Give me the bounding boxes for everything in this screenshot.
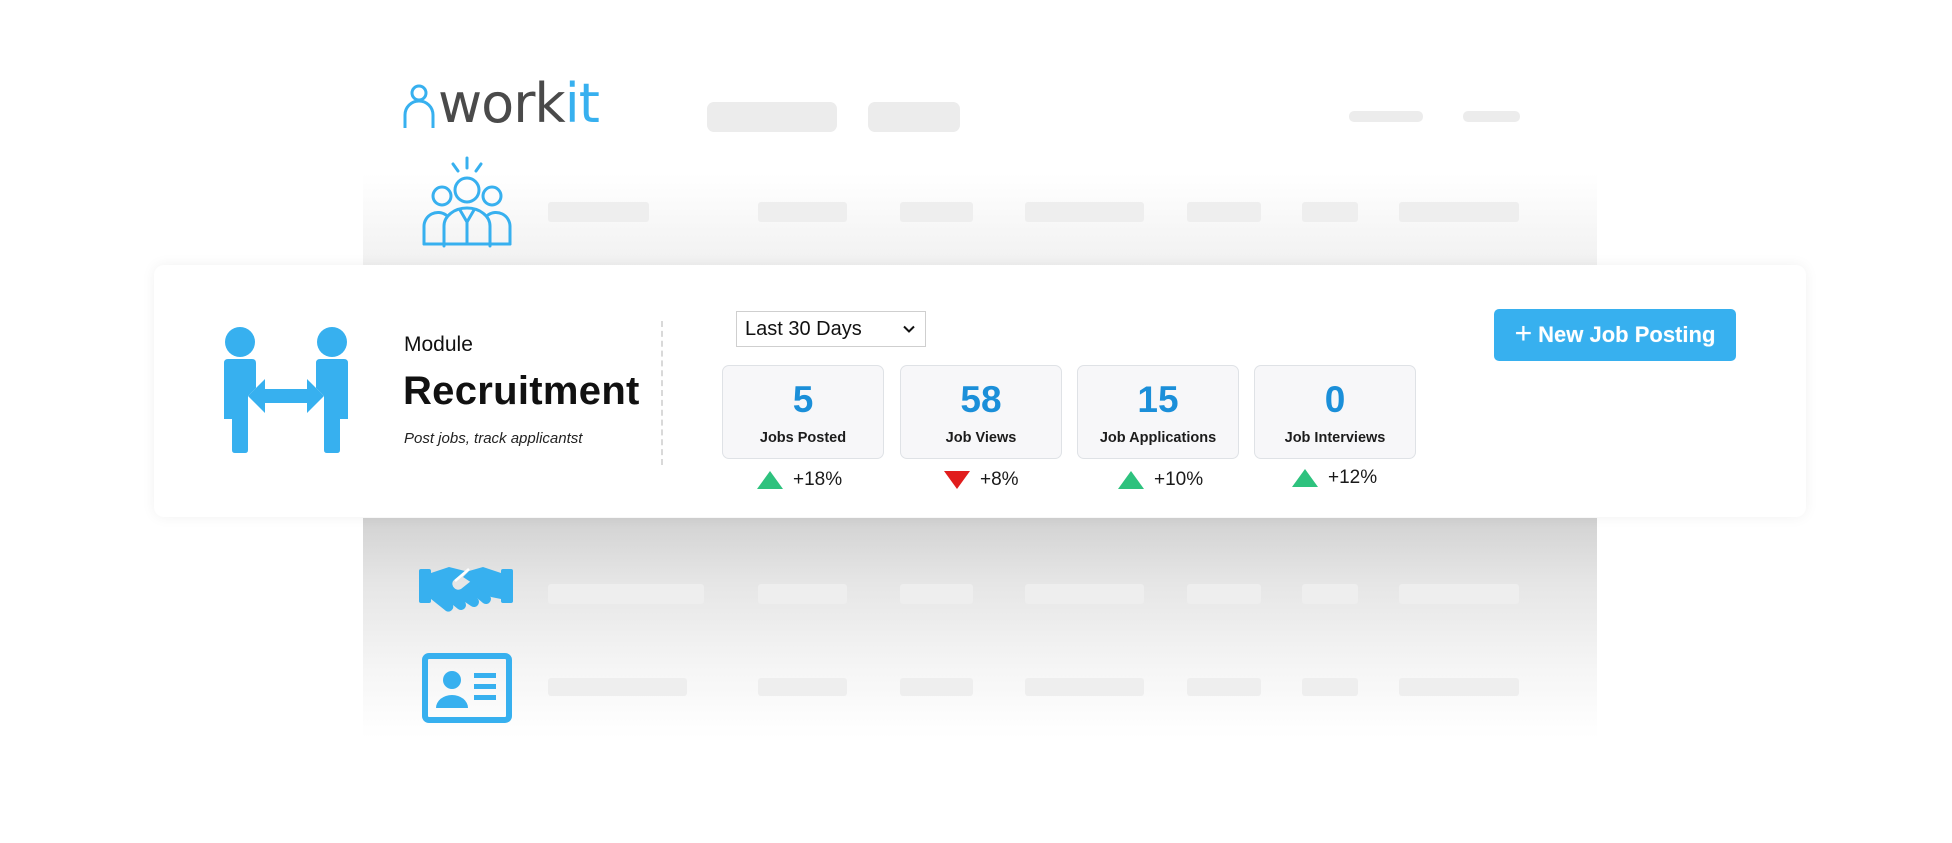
header-placeholder [1349,111,1423,122]
stat-value: 15 [1137,379,1179,420]
new-job-posting-button[interactable]: + New Job Posting [1494,309,1736,361]
trend-up-icon [1292,469,1318,487]
stat-card-job-views[interactable]: 58 Job Views [900,365,1062,459]
new-job-posting-label: New Job Posting [1538,322,1716,347]
chevron-down-icon [903,325,915,333]
plus-icon: + [1514,316,1533,350]
row-placeholder [548,678,687,696]
stat-label: Job Applications [1099,430,1217,446]
id-card-icon [422,653,512,723]
stat-card-jobs-posted[interactable]: 5 Jobs Posted [722,365,884,459]
module-title: Recruitment [403,369,640,413]
stat-card-job-interviews[interactable]: 0 Job Interviews [1254,365,1416,459]
trend-up-icon [1118,471,1144,489]
recruitment-exchange-icon [224,327,348,453]
team-icon [422,156,512,248]
handshake-icon [419,567,513,612]
row-placeholder [1399,678,1519,696]
header-placeholder [1463,111,1520,122]
row-placeholder [1025,584,1144,604]
module-subtitle: Post jobs, track applicantst [404,430,583,447]
trend-job-applications: +10% [1118,469,1203,491]
row-placeholder [1025,678,1144,696]
trend-jobs-posted: +18% [757,469,842,491]
row-placeholder [1187,678,1261,696]
stat-value: 0 [1324,379,1346,420]
stat-label: Job Views [945,430,1017,446]
person-logo-icon [403,84,435,128]
trend-value: +18% [793,469,843,490]
nav-placeholder [868,102,960,132]
row-placeholder [548,584,704,604]
background-app-bottom [363,518,1597,738]
trend-value: +12% [1328,467,1378,488]
row-placeholder [548,202,649,222]
row-placeholder [1399,584,1519,604]
workit-logo: workit [402,76,622,132]
row-placeholder [1302,202,1358,222]
logo-wordmark: workit [438,72,600,135]
stat-value: 58 [960,379,1002,420]
row-placeholder [1302,584,1358,604]
trend-value: +10% [1154,469,1204,490]
row-placeholder [1025,202,1144,222]
recruitment-module-card: Module Recruitment Post jobs, track appl… [154,265,1806,517]
row-placeholder [1302,678,1358,696]
row-placeholder [900,202,973,222]
stat-label: Jobs Posted [759,430,847,446]
date-range-value: Last 30 Days [745,317,862,340]
row-placeholder [1187,202,1261,222]
trend-up-icon [757,471,783,489]
row-placeholder [900,678,973,696]
row-placeholder [758,678,847,696]
row-placeholder [1399,202,1519,222]
stat-label: Job Interviews [1284,430,1386,446]
module-label: Module [404,333,473,356]
trend-job-views: +8% [944,469,1019,491]
row-placeholder [900,584,973,604]
section-divider [661,321,663,465]
nav-placeholder [707,102,837,132]
row-placeholder [758,584,847,604]
trend-value: +8% [980,469,1019,490]
row-placeholder [758,202,847,222]
date-range-select[interactable]: Last 30 Days [736,311,926,347]
stat-card-job-applications[interactable]: 15 Job Applications [1077,365,1239,459]
stat-value: 5 [792,379,814,420]
trend-job-interviews: +12% [1292,467,1377,489]
row-placeholder [1187,584,1261,604]
trend-down-icon [944,471,970,489]
